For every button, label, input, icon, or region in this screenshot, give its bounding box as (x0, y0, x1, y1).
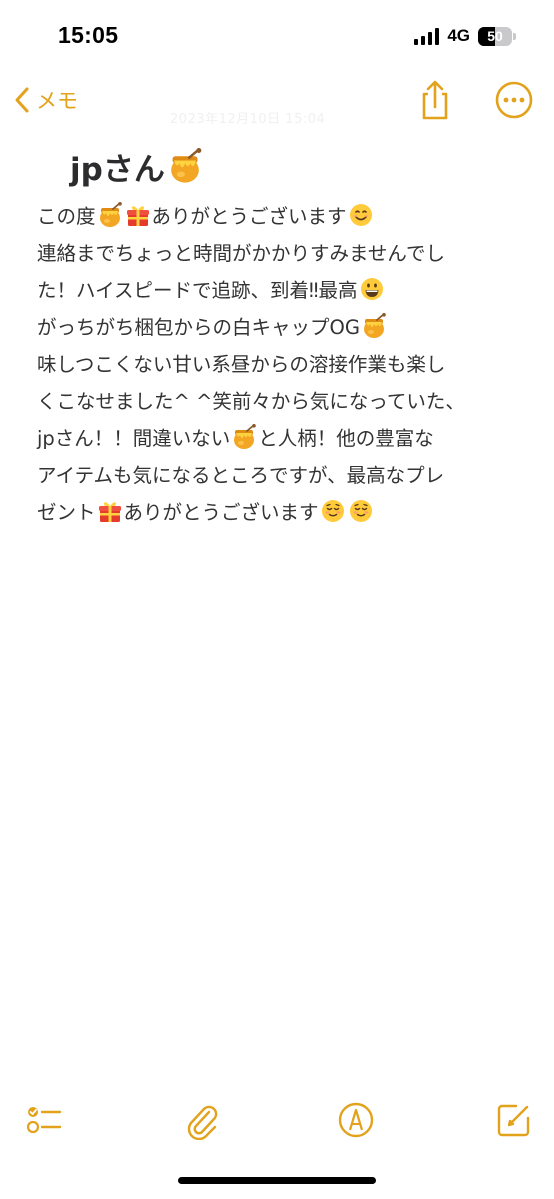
back-label: メモ (36, 89, 78, 113)
note-line: くこなせました^ ^笑前々から気になっていた、 (37, 383, 519, 420)
note-text: ありがとうございます (151, 205, 347, 228)
note-text: ありがとうございます (123, 501, 319, 524)
markup-pen-icon (338, 1102, 374, 1138)
relieved-face-icon (320, 498, 346, 524)
compose-button[interactable] (494, 1100, 534, 1140)
note-text: くこなせました^ ^笑前々から気になっていた、 (37, 390, 465, 413)
note-line: 連絡までちょっと時間がかかりすみませんでし (37, 235, 519, 272)
status-time: 15:05 (58, 22, 119, 48)
checklist-button[interactable] (24, 1100, 64, 1140)
paperclip-icon (187, 1105, 218, 1141)
battery-level: 50 (487, 28, 503, 44)
status-bar: 15:05 4G 50 (0, 0, 554, 74)
note-text: jpさん！！間違いない (37, 427, 231, 450)
more-button[interactable] (494, 80, 534, 120)
note-date: 2023年12月10日 15:04 (170, 112, 326, 127)
share-icon (422, 80, 448, 120)
gift-icon (125, 202, 151, 228)
note-text: 連絡までちょっと時間がかかりすみませんでし (37, 242, 445, 265)
honey-pot-icon (167, 148, 203, 184)
back-button[interactable]: メモ (12, 80, 78, 120)
note-text: アイテムも気になるところですが、最高なプレ (37, 464, 445, 487)
note-text: た！ハイスピードで追跡、到着‼最高 (37, 279, 358, 302)
battery-icon: 50 (478, 26, 512, 46)
note-line: 味しつこくない甘い系昼からの溶接作業も楽し (37, 346, 519, 383)
markup-button[interactable] (336, 1100, 376, 1140)
share-button[interactable] (416, 78, 454, 122)
ellipsis-circle-icon (495, 81, 533, 119)
grinning-face-icon (359, 276, 385, 302)
compose-icon (497, 1104, 530, 1137)
attachment-button[interactable] (182, 1100, 222, 1141)
network-type: 4G (447, 26, 470, 45)
note-line: アイテムも気になるところですが、最高なプレ (37, 457, 519, 494)
note-body[interactable]: この度 ありがとうございます 連絡までちょっと時間がかかりすみませんでし た！ハイスピ… (37, 198, 519, 531)
checklist-icon (26, 1107, 62, 1134)
bottom-toolbar (0, 1094, 554, 1146)
note-text: この度 (37, 205, 96, 228)
note-line: jpさん！！間違いない と人柄！他の豊富な (37, 420, 519, 457)
honey-pot-icon (97, 202, 123, 228)
chevron-left-icon (15, 87, 29, 113)
cellular-signal-icon (414, 27, 440, 45)
note-line: た！ハイスピードで追跡、到着‼最高 (37, 272, 519, 309)
gift-icon (97, 498, 123, 524)
honey-pot-icon (361, 313, 387, 339)
smiling-face-icon (348, 202, 374, 228)
note-text: 味しつこくない甘い系昼からの溶接作業も楽し (37, 353, 446, 376)
status-indicators: 4G 50 (414, 25, 516, 47)
home-indicator (178, 1177, 376, 1184)
note-title-text: jpさん (70, 151, 165, 188)
note-text: がっちがち梱包からの白キャップOG (37, 316, 360, 339)
note-line: この度 ありがとうございます (37, 198, 519, 235)
relieved-face-icon (348, 498, 374, 524)
honey-pot-icon (231, 424, 257, 450)
note-title[interactable]: jpさん (70, 142, 204, 190)
note-line: ゼント ありがとうございます (37, 494, 519, 531)
note-line: がっちがち梱包からの白キャップOG (37, 309, 519, 346)
note-text: と人柄！他の豊富な (258, 427, 434, 450)
note-text: ゼント (37, 501, 96, 524)
